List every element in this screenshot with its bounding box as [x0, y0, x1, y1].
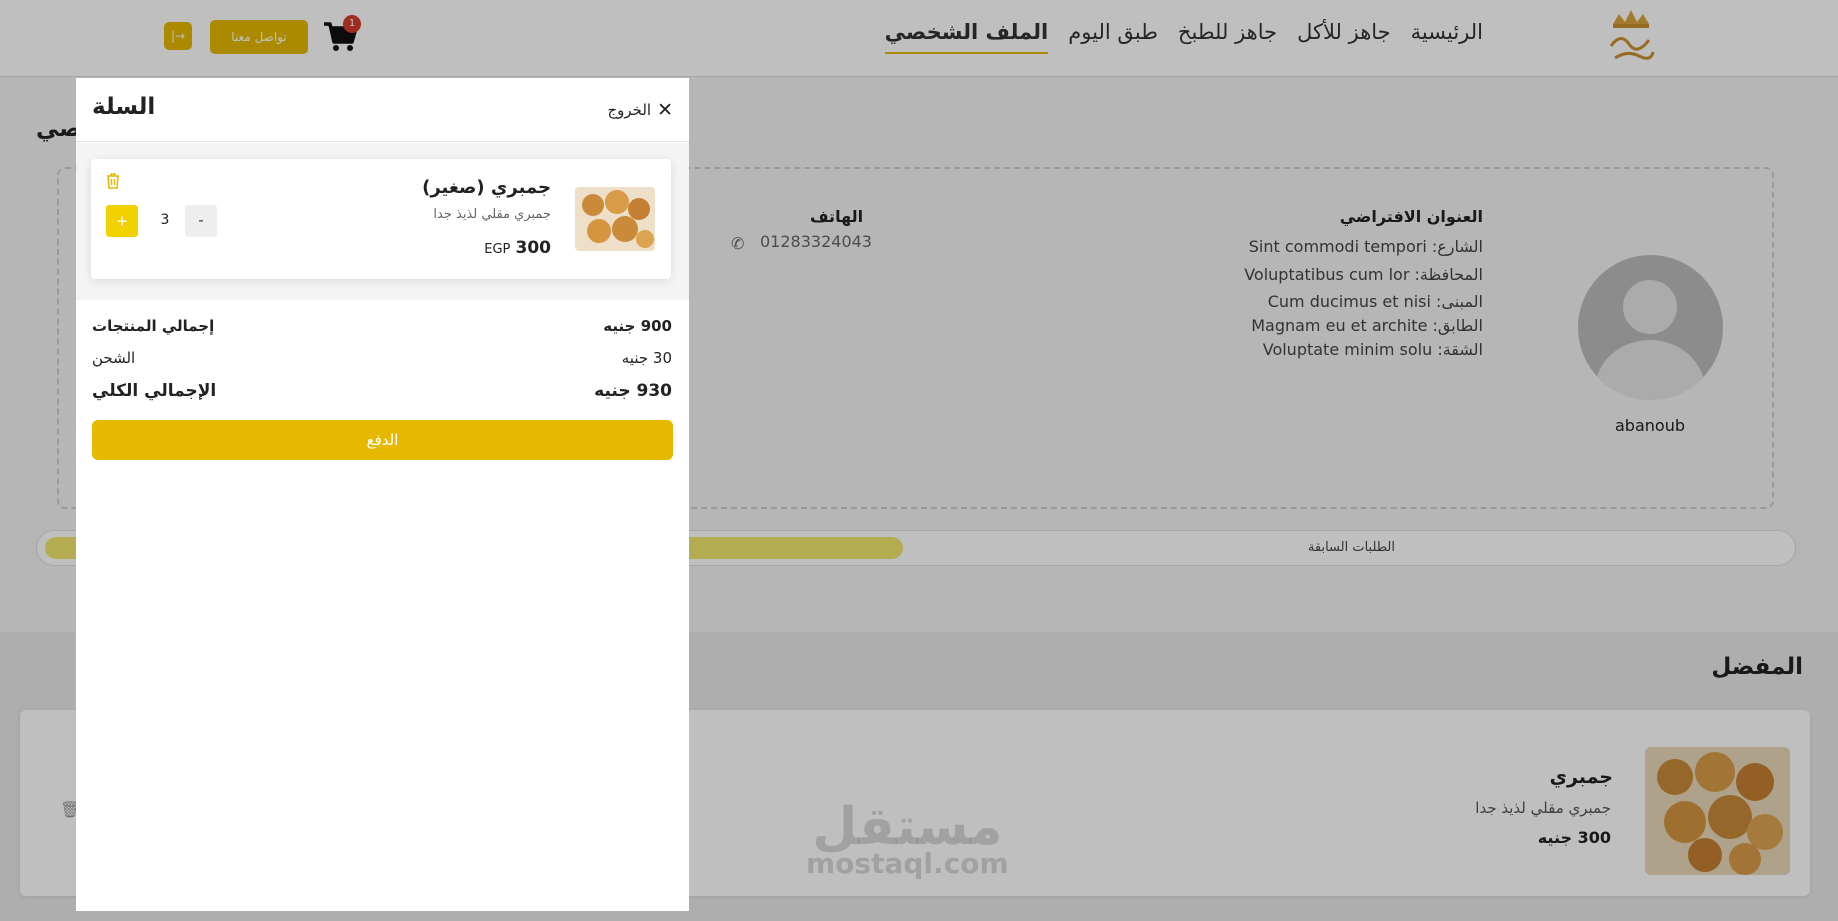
cart-item: جمبري (صغير) جمبري مقلي لذيذ جدا 300 EGP…: [91, 159, 671, 279]
cart-title: السلة: [92, 94, 156, 120]
cart-item-name: جمبري (صغير): [422, 177, 551, 198]
cart-item-currency: EGP: [484, 242, 511, 257]
close-label: الخروج: [607, 101, 652, 119]
total-label: الإجمالي الكلي: [92, 381, 217, 401]
quantity-increase-button[interactable]: +: [106, 205, 138, 237]
checkout-button[interactable]: الدفع: [92, 420, 673, 460]
cart-item-price-value: 300: [515, 238, 552, 258]
cart-item-price: 300 EGP: [484, 238, 551, 258]
cart-item-image: [575, 187, 655, 251]
shipping-label: الشحن: [92, 349, 136, 367]
cart-item-description: جمبري مقلي لذيذ جدا: [433, 207, 551, 222]
quantity-value: 3: [160, 212, 170, 228]
total-value: 930 جنيه: [594, 381, 672, 401]
cart-header: السلة الخروج ✕: [76, 78, 689, 142]
close-icon[interactable]: ✕: [657, 99, 673, 121]
trash-icon[interactable]: [103, 171, 123, 191]
subtotal-label: إجمالي المنتجات: [92, 317, 215, 335]
subtotal-row: 900 جنيه إجمالي المنتجات: [92, 317, 672, 335]
close-cart-button[interactable]: الخروج ✕: [607, 99, 673, 121]
quantity-decrease-button[interactable]: -: [185, 205, 217, 237]
shipping-row: 30 جنيه الشحن: [92, 349, 672, 367]
subtotal-value: 900 جنيه: [603, 317, 672, 335]
cart-drawer: السلة الخروج ✕ جمبري (صغير) جمبري مقلي ل…: [76, 78, 689, 911]
shipping-value: 30 جنيه: [621, 349, 672, 367]
total-row: 930 جنيه الإجمالي الكلي: [92, 381, 672, 401]
